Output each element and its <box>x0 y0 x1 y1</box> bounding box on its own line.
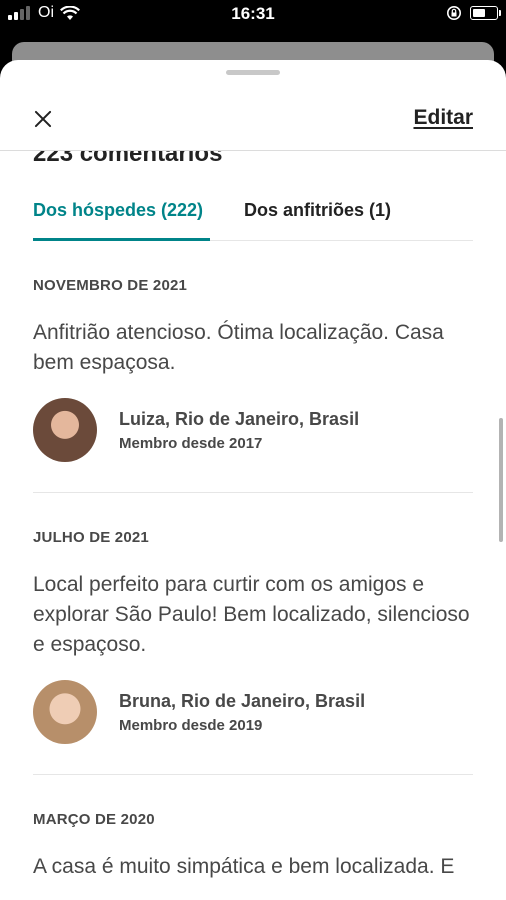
reviewer-name: Bruna, Rio de Janeiro, Brasil <box>119 690 366 711</box>
avatar[interactable] <box>33 398 97 462</box>
review-tabs: Dos hóspedes (222) Dos anfitriões (1) <box>33 190 473 241</box>
scrollbar[interactable] <box>499 418 503 542</box>
active-tab-indicator <box>33 238 210 241</box>
reviews-sheet: Editar 223 comentários Dos hóspedes (222… <box>0 60 506 900</box>
tab-hosts[interactable]: Dos anfitriões (1) <box>244 200 391 221</box>
reviewer[interactable]: Bruna, Rio de Janeiro, Brasil Membro des… <box>33 680 473 744</box>
avatar[interactable] <box>33 680 97 744</box>
status-right <box>446 5 501 21</box>
review-item: JULHO DE 2021 Local perfeito para curtir… <box>33 529 473 775</box>
review-text: Anfitrião atencioso. Ótima localização. … <box>33 321 444 374</box>
review-date: NOVEMBRO DE 2021 <box>33 277 188 294</box>
reviews-content: 223 comentários Dos hóspedes (222) Dos a… <box>33 130 473 900</box>
reviewer-member-since: Membro desde 2019 <box>119 716 263 734</box>
review-date: JULHO DE 2021 <box>33 529 149 546</box>
sheet-grabber[interactable] <box>226 70 280 75</box>
tab-guests[interactable]: Dos hóspedes (222) <box>33 200 203 221</box>
sheet-header: Editar <box>0 88 506 151</box>
review-text: A casa é muito simpática e bem localizad… <box>33 855 455 878</box>
status-bar: Oi 16:31 <box>0 0 506 30</box>
close-icon[interactable] <box>30 106 56 132</box>
review-item: NOVEMBRO DE 2021 Anfitrião atencioso. Ót… <box>33 277 473 493</box>
battery-icon <box>470 6 501 20</box>
status-time: 16:31 <box>231 4 275 23</box>
reviewer-member-since: Membro desde 2017 <box>119 434 263 452</box>
review-item: MARÇO DE 2020 A casa é muito simpática e… <box>33 811 473 900</box>
reviewer[interactable]: Luiza, Rio de Janeiro, Brasil Membro des… <box>33 398 473 462</box>
reviewer-name: Luiza, Rio de Janeiro, Brasil <box>119 408 360 429</box>
edit-button[interactable]: Editar <box>413 106 473 130</box>
rotation-lock-icon <box>447 6 461 20</box>
review-date: MARÇO DE 2020 <box>33 811 155 828</box>
review-text: Local perfeito para curtir com os amigos… <box>33 573 470 656</box>
